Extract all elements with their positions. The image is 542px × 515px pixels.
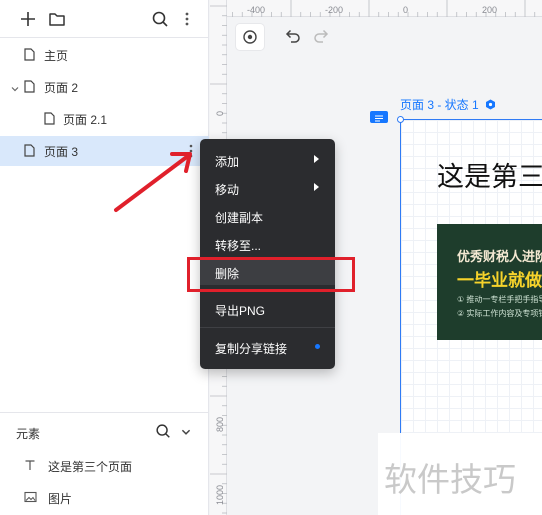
ruler-label: 1000 [215,484,225,505]
text-icon [24,458,36,476]
redo-icon [314,29,329,43]
ruler-label: -200 [325,5,344,15]
menu-item-duplicate[interactable]: 创建副本 [200,203,335,229]
pages-sidebar: 主页 页面 2 页面 2.1 页面 3 元素 这是第三个页面 图片 [0,0,209,515]
settings-icon[interactable] [485,99,496,110]
frame-tag-icon[interactable] [370,111,388,123]
frame-text-element[interactable]: 这是第三 [437,155,542,194]
element-label: 这是第三个页面 [48,460,133,474]
undo-button[interactable] [278,24,306,50]
elements-title: 元素 [16,427,41,441]
chevron-right-icon [314,183,319,191]
page-item-home[interactable]: 主页 [0,40,209,70]
new-badge-dot [315,344,320,349]
frame-title[interactable]: 页面 3 - 状态 1 [400,96,496,113]
document-icon [24,48,35,66]
redo-button[interactable] [308,24,336,50]
document-icon [24,144,35,162]
chevron-right-icon [314,155,319,163]
document-icon [24,80,35,98]
menu-item-label: 移动 [215,183,240,197]
ruler-label: 0 [403,5,409,15]
page-item-page-2-1[interactable]: 页面 2.1 [0,104,209,134]
image-text: ② 实际工作内容及专项针对性讲解 [457,309,542,318]
red-arrow-annotation [114,152,192,212]
menu-item-export-png[interactable]: 导出PNG [200,296,335,322]
ruler-label: 0 [215,110,225,116]
page-label: 页面 2.1 [63,113,108,127]
app-window: 主页 页面 2 页面 2.1 页面 3 元素 这是第三个页面 图片 -400 -… [0,0,542,515]
undo-icon [285,29,300,43]
search-icon[interactable] [154,422,172,445]
page-label: 主页 [44,49,69,63]
ruler-label: -400 [247,5,266,15]
frame-image-element[interactable]: 优秀财税人进阶 一毕业就做 ① 推动一专栏手把手指导实操 ② 实际工作内容及专项… [437,224,542,340]
chevron-down-icon[interactable] [180,425,192,443]
element-label: 图片 [48,492,73,506]
page-label: 页面 2 [44,81,79,95]
highlight-box [187,257,355,292]
canvas-toolbar [236,24,336,50]
target-icon [243,30,257,44]
menu-item-transfer[interactable]: 转移至... [200,231,335,257]
watermark: 软件技巧 [378,433,542,515]
target-button[interactable] [236,24,264,50]
chevron-down-icon[interactable] [10,81,20,99]
context-menu: 添加 移动 创建副本 转移至... 删除 导出PNG 复制分享链接 [200,139,335,369]
document-icon [44,112,55,130]
element-item-image[interactable]: 图片 [0,482,209,512]
add-page-icon[interactable] [18,9,38,29]
image-text: 一毕业就做 [457,271,542,291]
frame-title-text: 页面 3 - 状态 1 [400,98,479,112]
menu-item-label: 转移至... [215,239,262,253]
horizontal-ruler: -400 -200 0 200 [210,0,542,17]
menu-item-label: 导出PNG [215,304,266,318]
menu-item-label: 添加 [215,155,240,169]
sidebar-toolbar [0,0,209,38]
menu-item-move[interactable]: 移动 [200,175,335,201]
page-label: 页面 3 [44,145,79,159]
menu-item-label: 复制分享链接 [215,342,288,356]
elements-panel: 元素 这是第三个页面 图片 [0,412,209,515]
menu-item-label: 创建副本 [215,211,264,225]
image-text: 优秀财税人进阶 [457,250,542,265]
watermark-text: 软件技巧 [384,460,516,499]
image-text: ① 推动一专栏手把手指导实操 [457,295,542,304]
more-options-icon[interactable] [177,9,197,29]
image-icon [24,490,37,508]
search-icon[interactable] [150,9,170,29]
frame-handle[interactable] [397,116,404,123]
ruler-label: 200 [482,5,498,15]
element-item-text[interactable]: 这是第三个页面 [0,450,209,480]
menu-divider [200,327,335,328]
folder-icon[interactable] [47,9,67,29]
menu-item-add[interactable]: 添加 [200,147,335,173]
ruler-label: 800 [215,416,225,432]
menu-item-copy-share-link[interactable]: 复制分享链接 [200,334,335,360]
page-item-page-2[interactable]: 页面 2 [0,72,209,102]
